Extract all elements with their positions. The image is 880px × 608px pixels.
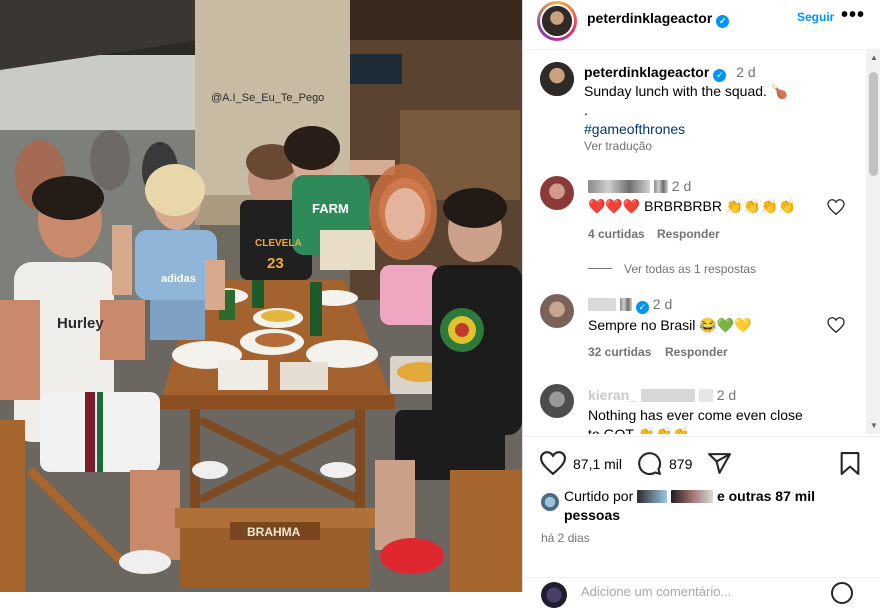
- tank-top-text: Hurley: [57, 315, 104, 332]
- caption-dot: .: [584, 102, 588, 118]
- comment-icon[interactable]: [637, 451, 662, 476]
- comment-likes[interactable]: 4 curtidas: [588, 227, 645, 241]
- comment-time: 2 d: [671, 178, 692, 194]
- comment-text: Sempre no Brasil 😂💚💛: [588, 317, 752, 333]
- caption-hashtag[interactable]: #gameofthrones: [584, 121, 685, 137]
- blurred-username: [619, 298, 632, 311]
- author-username[interactable]: peterdinklageactor ✓: [587, 10, 730, 28]
- follow-button[interactable]: Seguir: [797, 10, 834, 24]
- verified-icon: ✓: [716, 15, 730, 28]
- current-user-avatar: [541, 582, 567, 608]
- brahma-sign: BRAHMA: [247, 525, 301, 539]
- comments-scrollbar[interactable]: ▲ ▼: [866, 50, 880, 434]
- caption-verified-icon: ✓: [713, 69, 727, 82]
- caption-text: Sunday lunch with the squad. 🍗: [584, 83, 789, 99]
- comment-avatar[interactable]: [540, 384, 574, 418]
- comment-header: 2 d: [588, 177, 691, 196]
- post-side-panel: peterdinklageactor ✓ Seguir ••• peterdink…: [522, 0, 880, 608]
- likes-count[interactable]: 87,1 mil: [573, 456, 622, 472]
- save-bookmark-icon[interactable]: [839, 451, 861, 476]
- liked-by-prefix: Curtido por: [564, 488, 634, 504]
- comment-username-partial[interactable]: kieran_: [588, 387, 637, 403]
- comment-text: Nothing has ever come even close: [588, 407, 803, 423]
- blurred-username: [637, 490, 668, 503]
- emoji-icon[interactable]: [831, 582, 853, 604]
- watermark: @A.I_Se_Eu_Te_Pego: [211, 92, 325, 104]
- caption-time: 2 d: [736, 64, 756, 80]
- comment-avatar[interactable]: [540, 176, 574, 210]
- blurred-username: [653, 180, 668, 193]
- comment-reply-button[interactable]: Responder: [657, 227, 720, 241]
- caption-avatar[interactable]: [540, 62, 574, 96]
- view-replies-link[interactable]: Ver todas as 1 respostas: [624, 262, 756, 276]
- jersey-number: 23: [267, 255, 284, 272]
- comment-like-icon[interactable]: [827, 199, 845, 215]
- shirt-text: adidas: [161, 273, 196, 285]
- comment-time: 2 d: [716, 387, 737, 403]
- translate-link[interactable]: Ver tradução: [584, 139, 652, 153]
- comment-text: ❤️❤️❤️ BRBRBRBR 👏👏👏👏: [588, 198, 796, 214]
- farm-text: FARM: [312, 201, 349, 216]
- comment-avatar[interactable]: [540, 294, 574, 328]
- comment-verified-icon: ✓: [635, 301, 649, 314]
- add-comment-row[interactable]: Adicione um comentário...: [523, 577, 880, 608]
- blurred-username: [671, 490, 714, 503]
- post-time[interactable]: há 2 dias: [541, 531, 590, 545]
- comment-time: 2 d: [652, 296, 673, 312]
- blurred-username: [698, 389, 713, 402]
- liked-by-suffix-2[interactable]: pessoas: [564, 507, 620, 523]
- jersey-text: CLEVELA: [255, 238, 302, 249]
- scroll-up-icon[interactable]: ▲: [870, 53, 878, 62]
- comments-count[interactable]: 879: [669, 456, 692, 472]
- like-icon[interactable]: [540, 451, 566, 475]
- comment-likes[interactable]: 32 curtidas: [588, 345, 651, 359]
- post-actions: 87,1 mil 879 Curtido por e outras 87 mil…: [523, 436, 880, 608]
- blurred-username: [640, 389, 695, 402]
- scrollbar-thumb[interactable]: [869, 72, 878, 176]
- liked-by-avatar[interactable]: [541, 493, 559, 511]
- comment-like-icon[interactable]: [827, 317, 845, 333]
- liked-by-suffix[interactable]: e outras 87 mil: [717, 488, 815, 504]
- author-avatar[interactable]: [537, 1, 577, 41]
- share-icon[interactable]: [707, 451, 732, 476]
- more-options-icon[interactable]: •••: [841, 4, 865, 27]
- liked-by-text: Curtido por e outras 87 mil pessoas: [564, 487, 874, 525]
- blurred-username: [588, 180, 650, 193]
- comment-header: kieran_ 2 d: [588, 386, 736, 405]
- comment-header: ✓ 2 d: [588, 295, 672, 314]
- caption-username[interactable]: peterdinklageactor: [584, 64, 709, 80]
- blurred-username: [588, 298, 616, 311]
- replies-line: [588, 268, 612, 269]
- comments-section[interactable]: peterdinklageactor ✓ 2 d Sunday lunch wit…: [523, 50, 866, 434]
- caption-block: peterdinklageactor ✓ 2 d Sunday lunch wit…: [584, 63, 854, 139]
- post-photo[interactable]: Hurley adidas CLEVELA 23 FARM BRAHMA @A.…: [0, 0, 522, 592]
- photo-illustration: Hurley adidas CLEVELA 23 FARM BRAHMA: [0, 0, 522, 592]
- post-header: peterdinklageactor ✓ Seguir •••: [523, 0, 880, 50]
- comment-text-continued: to GOT 👏👏👏: [588, 426, 690, 434]
- comment-reply-button[interactable]: Responder: [665, 345, 728, 359]
- scroll-down-icon[interactable]: ▼: [870, 421, 878, 430]
- author-username-text[interactable]: peterdinklageactor: [587, 10, 712, 26]
